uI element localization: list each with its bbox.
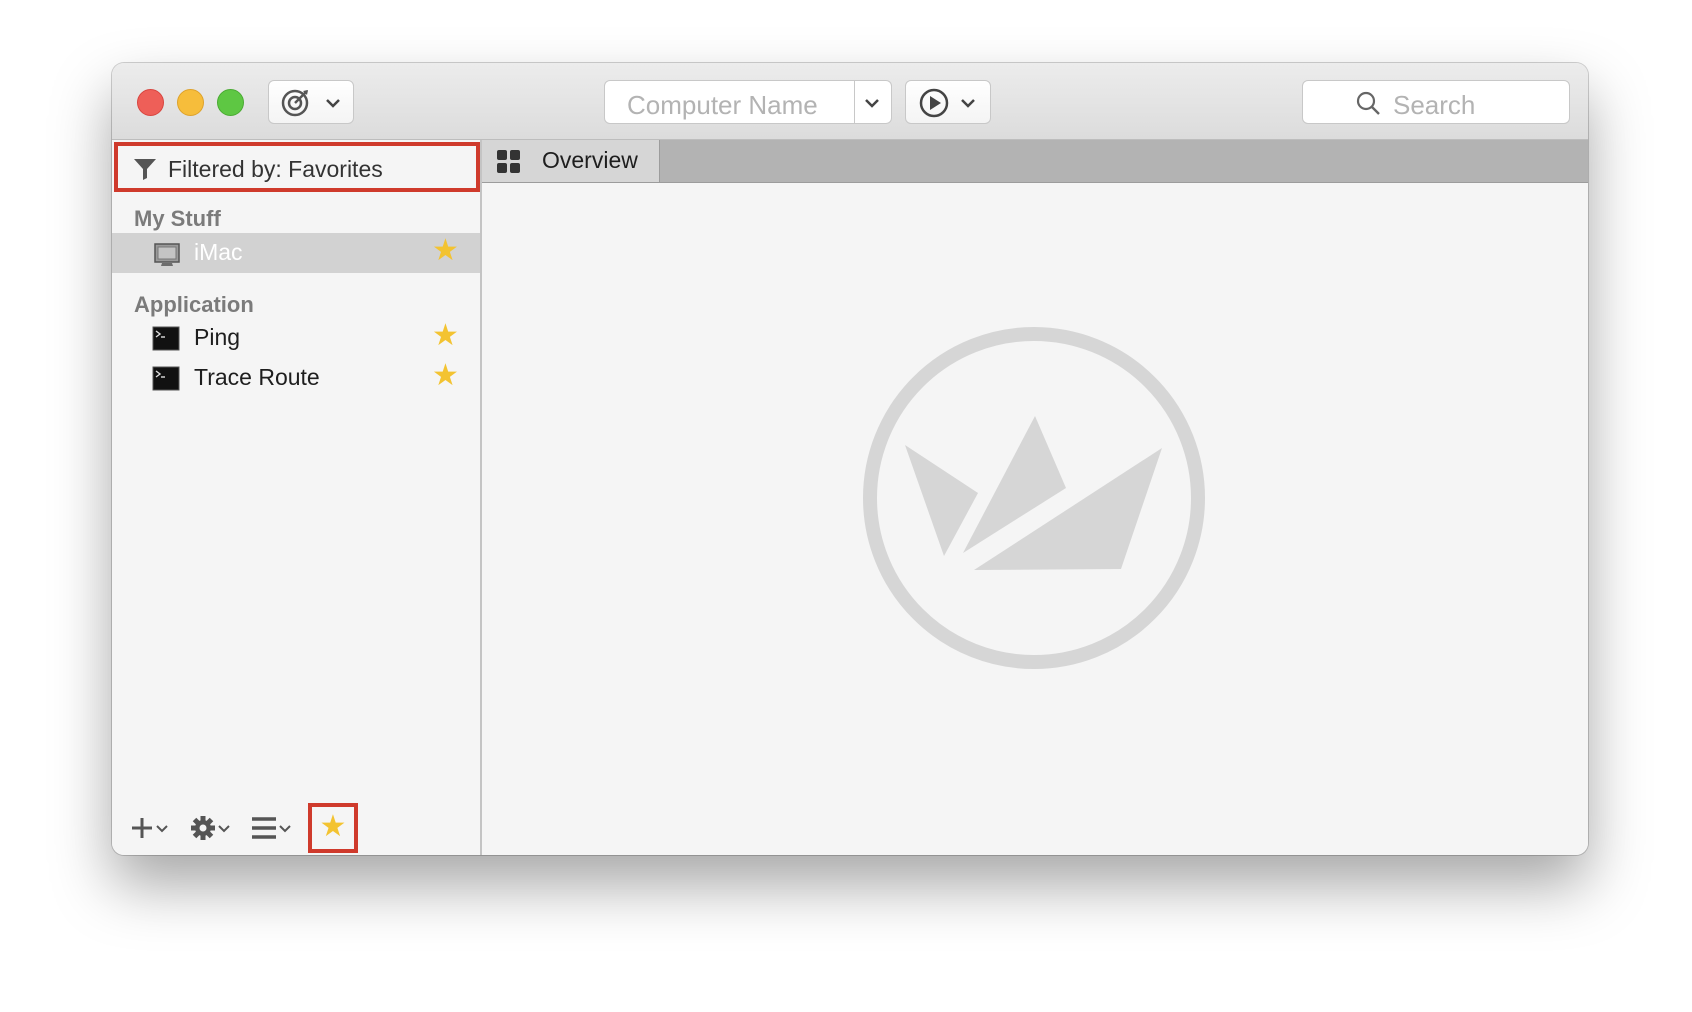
tab-bar: Overview: [482, 140, 1588, 183]
field-divider: [854, 81, 855, 123]
grid-icon: [497, 150, 520, 173]
favorite-star-icon[interactable]: ★: [432, 320, 459, 352]
title-bar: Computer Name Search: [112, 63, 1588, 140]
main-content-area: [482, 183, 1588, 855]
chevron-down-icon: [326, 99, 340, 108]
sidebar-bottom-toolbar: ★: [112, 803, 480, 855]
terminal-icon: [152, 366, 180, 391]
search-icon: [1356, 91, 1380, 115]
star-icon: ★: [319, 810, 347, 843]
add-menu-icon[interactable]: [130, 811, 172, 845]
close-window-button[interactable]: [137, 89, 164, 116]
search-field[interactable]: Search: [1302, 80, 1570, 124]
section-header-my-stuff: My Stuff: [134, 206, 221, 231]
sidebar-item-ping[interactable]: Ping ★: [112, 318, 480, 358]
gear-menu-icon[interactable]: [190, 811, 236, 845]
filter-label: Filtered by: Favorites: [168, 156, 383, 182]
play-icon: [919, 88, 949, 118]
terminal-icon: [152, 326, 180, 351]
sidebar-item-imac[interactable]: iMac ★: [112, 233, 480, 273]
sidebar-item-label: Ping: [194, 324, 241, 350]
sidebar-item-label: iMac: [194, 239, 243, 265]
computer-name-field[interactable]: Computer Name: [604, 80, 892, 124]
favorite-star-icon[interactable]: ★: [432, 360, 459, 392]
tab-overview[interactable]: Overview: [482, 140, 660, 182]
favorite-star-icon[interactable]: ★: [432, 235, 459, 267]
tab-label: Overview: [542, 147, 638, 173]
chevron-down-icon: [961, 99, 975, 108]
section-header-application: Application: [134, 292, 254, 317]
minimize-window-button[interactable]: [177, 89, 204, 116]
app-window: Computer Name Search Filtered by: Favori…: [112, 63, 1588, 855]
filter-funnel-icon: [134, 159, 156, 180]
sidebar-item-trace-route[interactable]: Trace Route ★: [112, 358, 480, 398]
search-placeholder: Search: [1393, 90, 1476, 120]
zoom-window-button[interactable]: [217, 89, 244, 116]
sidebar-item-label: Trace Route: [194, 364, 320, 390]
target-icon: [281, 89, 309, 117]
action-menu-button[interactable]: [268, 80, 354, 124]
chevron-down-icon[interactable]: [863, 94, 881, 112]
app-logo-icon: [863, 327, 1205, 669]
list-view-menu-icon[interactable]: [250, 811, 296, 845]
imac-icon: [154, 243, 180, 266]
connect-play-button[interactable]: [905, 80, 991, 124]
computer-name-placeholder: Computer Name: [627, 90, 818, 120]
favorites-filter-toggle[interactable]: ★: [308, 803, 358, 853]
sidebar: Filtered by: Favorites My Stuff iMac ★ A…: [112, 140, 482, 855]
filter-bar[interactable]: Filtered by: Favorites: [114, 142, 480, 192]
